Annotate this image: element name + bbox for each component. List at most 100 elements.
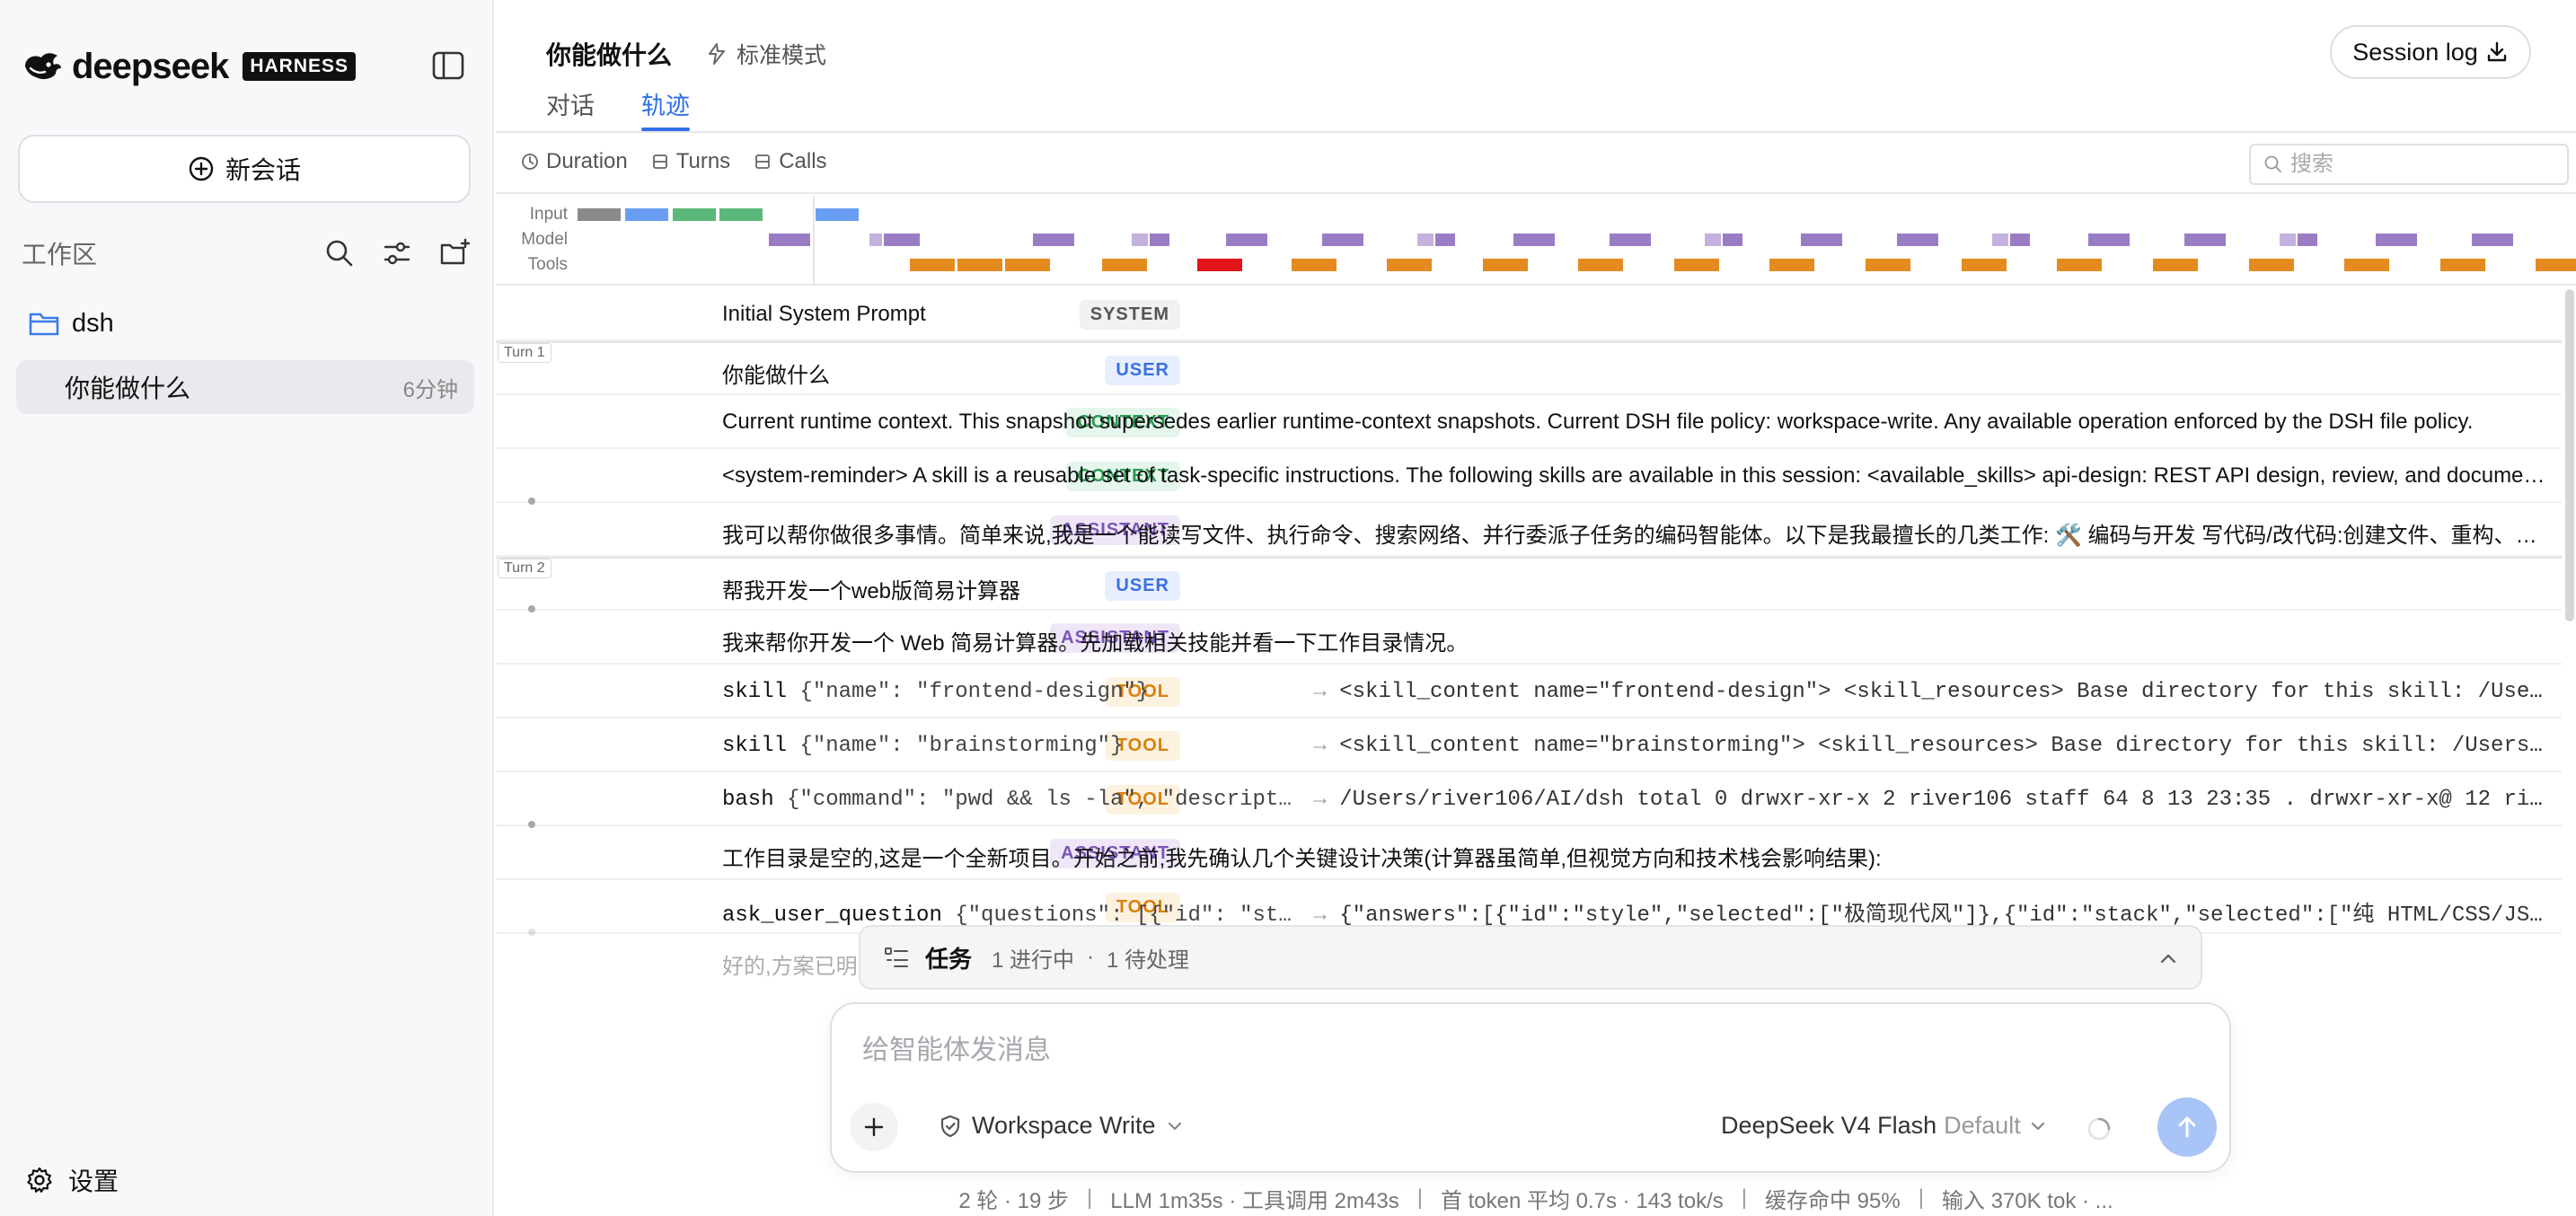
timeline-model-bar[interactable] [2010, 234, 2030, 246]
trace-row[interactable]: CONTEXT <system-reminder> A skill is a re… [496, 449, 2562, 503]
tool-name: bash [722, 788, 774, 812]
mode-indicator[interactable]: 标准模式 [704, 38, 826, 70]
sidebar-toggle-button[interactable] [432, 51, 464, 80]
row-text: 工作目录是空的,这是一个全新项目。开始之前,我先确认几个关键设计决策(计算器虽简… [722, 847, 1882, 871]
timeline-model-bar[interactable] [884, 234, 920, 246]
trace-row[interactable]: TOOL skill {"name": "frontend-design"} → … [496, 665, 2562, 718]
timeline-tool-bar[interactable] [1102, 259, 1147, 271]
trace-scrollbar[interactable] [2565, 289, 2574, 621]
timeline-model-bar[interactable] [1513, 234, 1555, 246]
timeline-model-bar[interactable] [1322, 234, 1363, 246]
timeline-tool-bar[interactable] [1769, 259, 1814, 271]
timeline-tool-bar[interactable] [1292, 259, 1337, 271]
arrow-right-icon: → [1301, 903, 1340, 928]
trace-row[interactable]: ASSISTANT 工作目录是空的,这是一个全新项目。开始之前,我先确认几个关键设… [496, 821, 2562, 880]
timeline-input-bar[interactable] [625, 208, 668, 221]
timeline-tool-bar[interactable] [2153, 259, 2198, 271]
calls-view-button[interactable]: Calls [754, 149, 827, 174]
status-item: 2 轮 · 19 步 [958, 1188, 1070, 1213]
timeline-tool-bar[interactable] [2440, 259, 2485, 271]
task-panel[interactable]: 任务 1 进行中 · 1 待处理 [859, 925, 2202, 990]
timeline-tool-bar[interactable] [1962, 259, 2007, 271]
timeline-tool-bar[interactable] [1578, 259, 1623, 271]
timeline-tool-bar[interactable] [1866, 259, 1910, 271]
timeline-model-bar[interactable] [1723, 234, 1742, 246]
turns-view-button[interactable]: Turns [651, 149, 730, 174]
timeline-tool-bar[interactable] [2057, 259, 2102, 271]
timeline-tool-bar[interactable] [2344, 259, 2389, 271]
add-attachment-button[interactable] [850, 1103, 898, 1151]
timeline-model-bar[interactable] [2298, 234, 2317, 246]
permission-select[interactable]: Workspace Write [938, 1112, 1185, 1140]
timeline-tool-bar-error[interactable] [1197, 259, 1242, 271]
timeline-chart[interactable] [496, 196, 2576, 286]
timeline-model-bar[interactable] [1897, 234, 1938, 246]
timeline-input-bar[interactable] [719, 208, 763, 221]
timeline-tool-bar[interactable] [1387, 259, 1432, 271]
timeline-model-bar[interactable] [2472, 234, 2513, 246]
new-folder-icon[interactable] [438, 237, 471, 269]
timeline-tool-bar[interactable] [957, 259, 1002, 271]
mode-icon [709, 43, 725, 65]
timeline-model-bar[interactable] [1610, 234, 1651, 246]
trace-search-input[interactable] [2290, 152, 2560, 177]
timeline-model-bar[interactable] [2184, 234, 2226, 246]
timeline-model-bar[interactable] [1705, 234, 1721, 246]
settings-button[interactable]: 设置 [25, 1162, 119, 1198]
tool-call-text: ask_user_question {"questions": [{"id": … [722, 895, 2554, 928]
tab-conversation[interactable]: 对话 [546, 86, 595, 131]
timeline-model-bar[interactable] [1033, 234, 1074, 246]
send-button[interactable] [2157, 1097, 2217, 1157]
new-chat-button[interactable]: 新会话 [18, 135, 471, 203]
trace-row[interactable]: ASSISTANT 我来帮你开发一个 Web 简易计算器。先加载相关技能并看一下工… [496, 605, 2562, 665]
search-icon[interactable] [323, 237, 356, 269]
task-in-progress: 1 进行中 [992, 947, 1075, 973]
trace-row[interactable]: ASSISTANT 我可以帮你做很多事情。简单来说,我是一个能读写文件、执行命令、… [496, 498, 2562, 557]
timeline-tool-bar[interactable] [910, 259, 955, 271]
chevron-up-icon[interactable] [2157, 948, 2179, 970]
trace-row[interactable]: TOOL bash {"command": "pwd && ls -la", "d… [496, 772, 2562, 826]
timeline-input-bar[interactable] [673, 208, 716, 221]
timeline-model-bar[interactable] [2376, 234, 2417, 246]
duration-view-button[interactable]: Duration [521, 149, 628, 174]
timeline-model-bar[interactable] [1226, 234, 1267, 246]
timeline-tool-bar[interactable] [2536, 259, 2576, 271]
timeline-model-bar[interactable] [1132, 234, 1148, 246]
timeline-tool-bar[interactable] [1674, 259, 1719, 271]
search-icon [2264, 155, 2281, 172]
trace-row[interactable]: Turn 1 USER 你能做什么 [496, 341, 2562, 395]
model-select[interactable]: DeepSeek V4 Flash Default [1721, 1112, 2048, 1140]
workspace-folder[interactable]: dsh [29, 305, 114, 341]
session-item[interactable]: 你能做什么 6分钟 [16, 360, 474, 414]
session-log-button[interactable]: Session log [2330, 25, 2531, 79]
task-separator: · [1087, 945, 1095, 969]
timeline-tool-bar[interactable] [2249, 259, 2294, 271]
timeline-model-bar[interactable] [1417, 234, 1434, 246]
timeline-tool-bar[interactable] [1005, 259, 1050, 271]
filter-sliders-icon[interactable] [381, 237, 413, 269]
status-item: 首 token 平均 0.7s · 143 tok/s [1440, 1188, 1724, 1213]
timeline-model-bar[interactable] [1150, 234, 1169, 246]
timeline-model-bar[interactable] [1801, 234, 1842, 246]
timeline-model-bar[interactable] [1435, 234, 1455, 246]
timeline-model-bar[interactable] [1992, 234, 2008, 246]
timeline-model-bar[interactable] [2088, 234, 2130, 246]
clock-icon [522, 154, 538, 170]
timeline-input-bar[interactable] [816, 208, 859, 221]
trace-row[interactable]: SYSTEM Initial System Prompt [496, 287, 2562, 341]
trace-search[interactable] [2249, 144, 2569, 185]
whale-logo-icon [25, 53, 61, 80]
trace-row[interactable]: CONTEXT Current runtime context. This sna… [496, 395, 2562, 449]
tab-trace[interactable]: 轨迹 [641, 86, 690, 131]
message-input[interactable] [862, 1027, 2192, 1072]
timeline-model-bar[interactable] [769, 234, 810, 246]
timeline-model-bar[interactable] [2280, 234, 2296, 246]
trace-row[interactable]: Turn 2 USER 帮我开发一个web版简易计算器 [496, 557, 2562, 611]
row-text: Current runtime context. This snapshot s… [722, 410, 2474, 434]
timeline-model-bar[interactable] [869, 234, 882, 246]
timeline-input-bar[interactable] [578, 208, 621, 221]
gear-icon [27, 1167, 52, 1193]
brand-logo[interactable]: deepseek HARNESS [22, 47, 357, 86]
trace-row[interactable]: TOOL skill {"name": "brainstorming"} → <s… [496, 718, 2562, 772]
timeline-tool-bar[interactable] [1483, 259, 1528, 271]
